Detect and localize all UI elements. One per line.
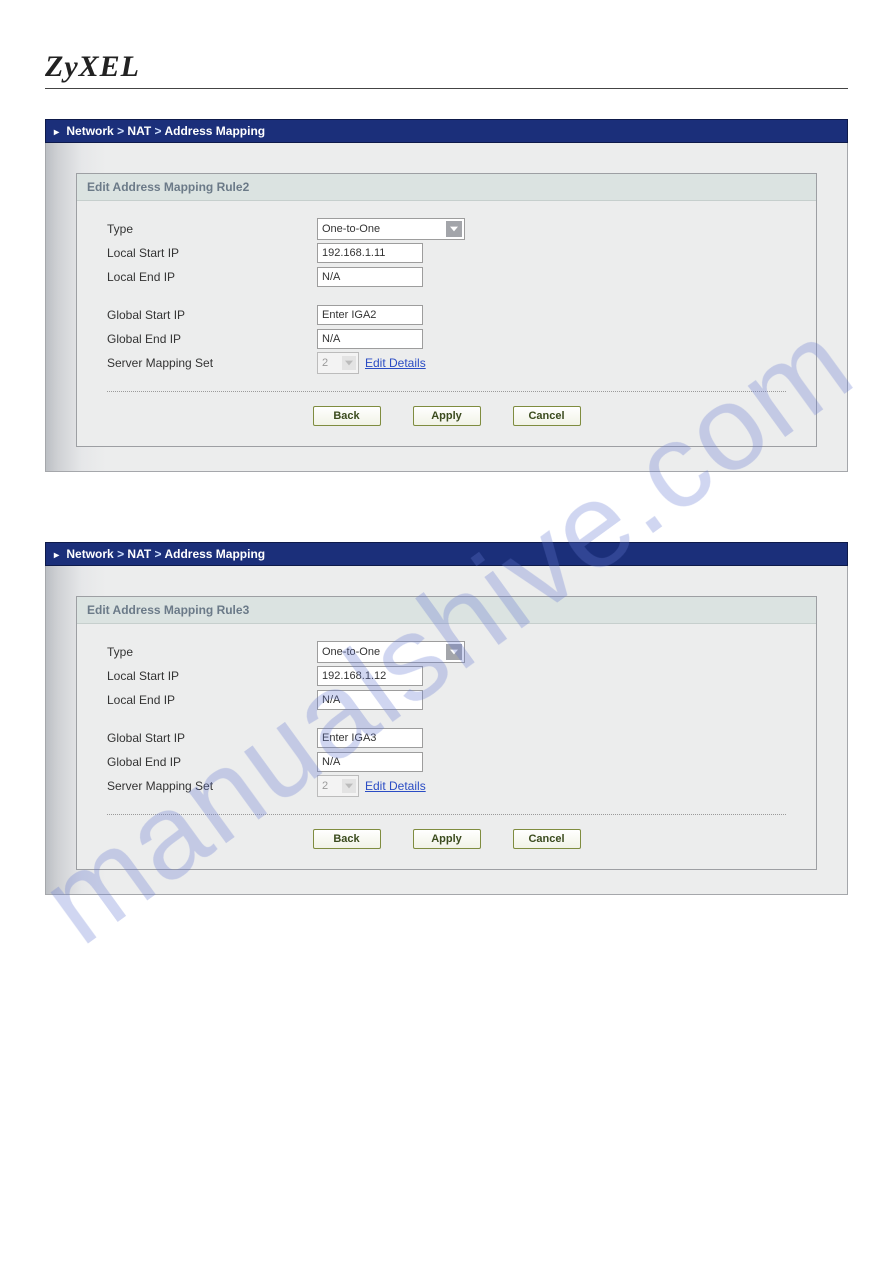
breadcrumb: ▸ Network > NAT > Address Mapping xyxy=(45,542,848,566)
brand-logo: ZyXEL xyxy=(45,50,848,84)
type-select[interactable]: One-to-One xyxy=(317,218,465,240)
server-mapping-set-label: Server Mapping Set xyxy=(107,779,317,793)
cancel-button[interactable]: Cancel xyxy=(513,406,581,426)
section-title: Edit Address Mapping Rule3 xyxy=(77,597,816,624)
server-mapping-set-value: 2 xyxy=(322,780,328,792)
breadcrumb-part-network: Network xyxy=(66,124,113,138)
server-mapping-set-value: 2 xyxy=(322,357,328,369)
global-start-ip-label: Global Start IP xyxy=(107,308,317,322)
local-end-ip-label: Local End IP xyxy=(107,693,317,707)
chevron-down-icon xyxy=(342,356,356,370)
breadcrumb-sep: > xyxy=(117,124,124,138)
edit-details-link[interactable]: Edit Details xyxy=(365,779,426,793)
type-select-value: One-to-One xyxy=(322,223,380,235)
chevron-down-icon xyxy=(446,644,462,660)
global-start-ip-field[interactable]: Enter IGA2 xyxy=(317,305,423,325)
chevron-down-icon xyxy=(446,221,462,237)
edit-details-link[interactable]: Edit Details xyxy=(365,356,426,370)
type-select-value: One-to-One xyxy=(322,646,380,658)
panel-rule3: ▸ Network > NAT > Address Mapping Edit A… xyxy=(45,542,848,895)
breadcrumb-part-address-mapping: Address Mapping xyxy=(164,124,265,138)
breadcrumb-part-network: Network xyxy=(66,547,113,561)
breadcrumb-part-nat: NAT xyxy=(127,547,151,561)
breadcrumb-arrow-icon: ▸ xyxy=(54,550,59,561)
global-end-ip-field[interactable]: N/A xyxy=(317,752,423,772)
section-title: Edit Address Mapping Rule2 xyxy=(77,174,816,201)
local-start-ip-label: Local Start IP xyxy=(107,246,317,260)
local-start-ip-label: Local Start IP xyxy=(107,669,317,683)
form-divider xyxy=(107,391,786,392)
back-button[interactable]: Back xyxy=(313,406,381,426)
breadcrumb-sep: > xyxy=(117,547,124,561)
breadcrumb-part-address-mapping: Address Mapping xyxy=(164,547,265,561)
chevron-down-icon xyxy=(342,779,356,793)
header-rule xyxy=(45,88,848,89)
global-end-ip-field[interactable]: N/A xyxy=(317,329,423,349)
server-mapping-set-select: 2 xyxy=(317,775,359,797)
breadcrumb-arrow-icon: ▸ xyxy=(54,127,59,138)
global-start-ip-label: Global Start IP xyxy=(107,731,317,745)
type-label: Type xyxy=(107,222,317,236)
local-start-ip-field[interactable]: 192.168.1.12 xyxy=(317,666,423,686)
global-start-ip-field[interactable]: Enter IGA3 xyxy=(317,728,423,748)
server-mapping-set-select: 2 xyxy=(317,352,359,374)
back-button[interactable]: Back xyxy=(313,829,381,849)
apply-button[interactable]: Apply xyxy=(413,829,481,849)
type-label: Type xyxy=(107,645,317,659)
breadcrumb-sep: > xyxy=(155,547,162,561)
apply-button[interactable]: Apply xyxy=(413,406,481,426)
global-end-ip-label: Global End IP xyxy=(107,332,317,346)
form-divider xyxy=(107,814,786,815)
local-start-ip-field[interactable]: 192.168.1.11 xyxy=(317,243,423,263)
breadcrumb-sep: > xyxy=(155,124,162,138)
panel-rule2: ▸ Network > NAT > Address Mapping Edit A… xyxy=(45,119,848,472)
local-end-ip-label: Local End IP xyxy=(107,270,317,284)
server-mapping-set-label: Server Mapping Set xyxy=(107,356,317,370)
type-select[interactable]: One-to-One xyxy=(317,641,465,663)
cancel-button[interactable]: Cancel xyxy=(513,829,581,849)
local-end-ip-field[interactable]: N/A xyxy=(317,267,423,287)
breadcrumb: ▸ Network > NAT > Address Mapping xyxy=(45,119,848,143)
breadcrumb-part-nat: NAT xyxy=(127,124,151,138)
global-end-ip-label: Global End IP xyxy=(107,755,317,769)
local-end-ip-field[interactable]: N/A xyxy=(317,690,423,710)
